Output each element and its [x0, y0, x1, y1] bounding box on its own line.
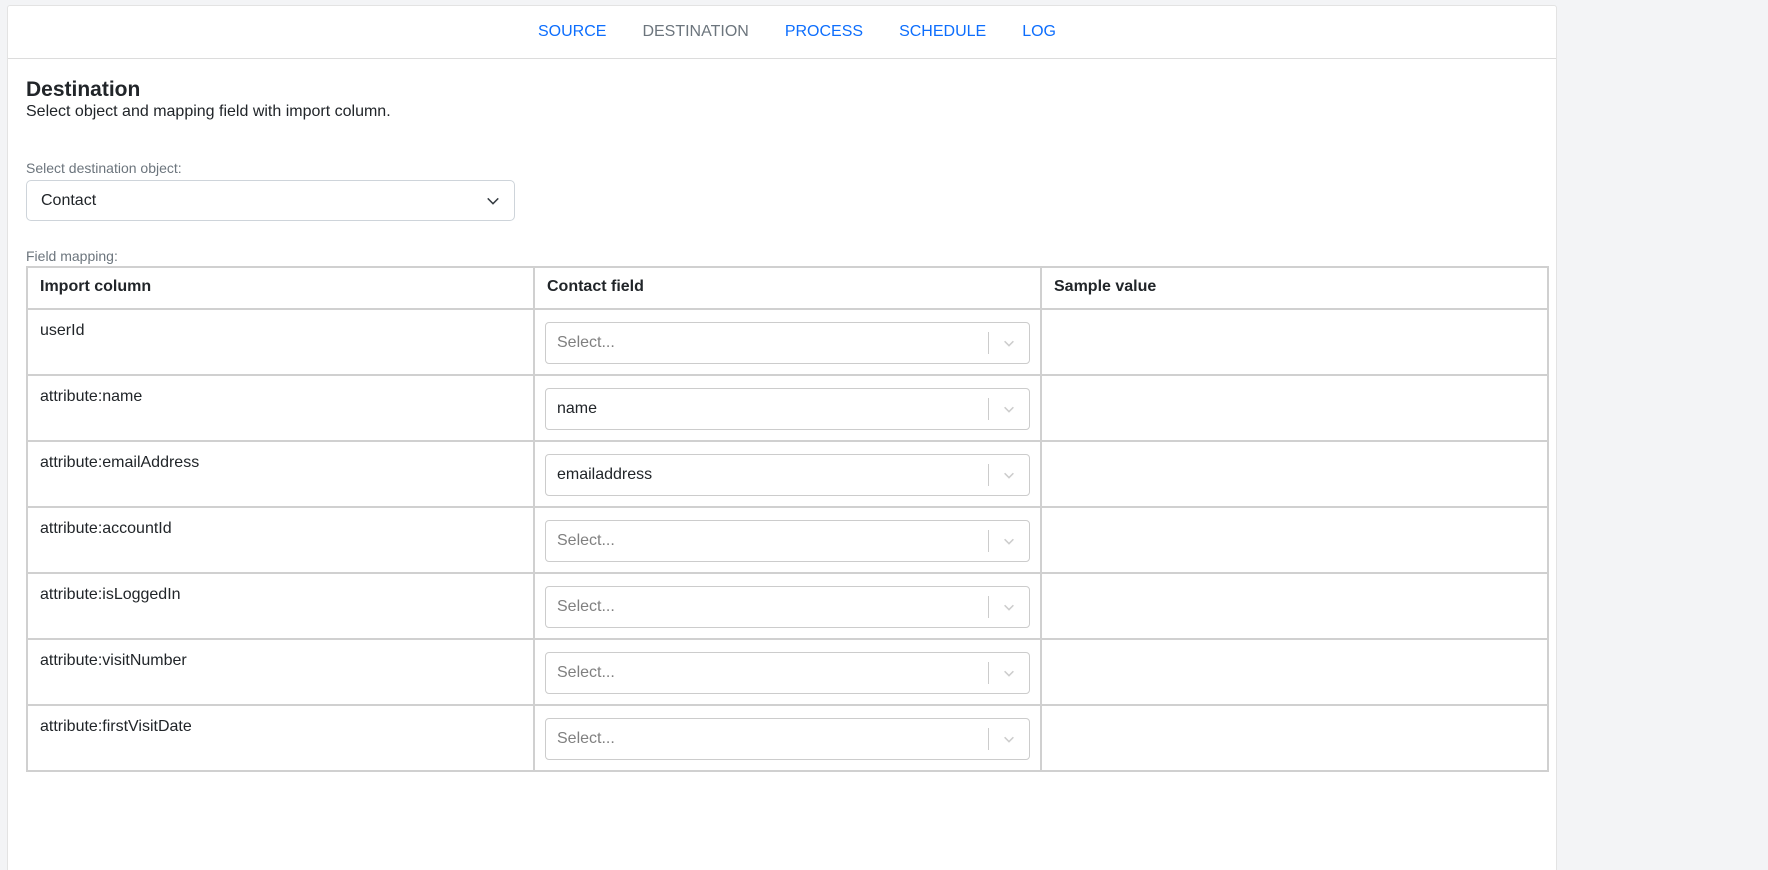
select-placeholder: Select...	[557, 664, 615, 681]
import-column-cell: attribute:name	[26, 374, 535, 442]
chevron-down-icon	[1004, 736, 1014, 743]
table-row: attribute:emailAddress emailaddress	[26, 440, 1549, 508]
contact-field-select[interactable]: Select...	[545, 586, 1030, 628]
dropdown-indicator[interactable]	[989, 534, 1029, 548]
table-row: userId Select...	[26, 308, 1549, 376]
table-row: attribute:firstVisitDate Select...	[26, 704, 1549, 772]
import-column-cell: attribute:accountId	[26, 506, 535, 574]
contact-field-select[interactable]: Select...	[545, 652, 1030, 694]
tab-source[interactable]: SOURCE	[538, 23, 606, 41]
sample-value-cell	[1040, 374, 1549, 442]
header-sample-value: Sample value	[1040, 266, 1549, 310]
contact-field-cell: Select...	[533, 506, 1042, 574]
tab-process[interactable]: PROCESS	[785, 23, 863, 41]
select-value: emailaddress	[557, 466, 653, 483]
contact-field-cell: name	[533, 374, 1042, 442]
select-placeholder: Select...	[557, 730, 615, 747]
page-subtitle: Select object and mapping field with imp…	[26, 103, 391, 120]
chevron-down-icon	[1004, 670, 1014, 677]
table-row: attribute:name name	[26, 374, 1549, 442]
dropdown-indicator[interactable]	[989, 732, 1029, 746]
import-column-cell: attribute:visitNumber	[26, 638, 535, 706]
select-placeholder: Select...	[557, 334, 615, 351]
destination-object-select[interactable]: Contact	[26, 180, 515, 221]
destination-object-value: Contact	[41, 191, 97, 209]
contact-field-select[interactable]: Select...	[545, 520, 1030, 562]
sample-value-cell	[1040, 572, 1549, 640]
sample-value-cell	[1040, 440, 1549, 508]
contact-field-select[interactable]: emailaddress	[545, 454, 1030, 496]
tab-log[interactable]: LOG	[1022, 23, 1056, 41]
chevron-down-icon	[1004, 538, 1014, 545]
chevron-down-icon	[487, 197, 499, 205]
chevron-down-icon	[1004, 604, 1014, 611]
select-value: name	[557, 400, 598, 417]
select-placeholder: Select...	[557, 598, 615, 615]
table-row: attribute:isLoggedIn Select...	[26, 572, 1549, 640]
sample-value-cell	[1040, 308, 1549, 376]
field-mapping-label: Field mapping:	[26, 248, 118, 264]
table-row: attribute:visitNumber Select...	[26, 638, 1549, 706]
dropdown-indicator[interactable]	[989, 666, 1029, 680]
sample-value-cell	[1040, 506, 1549, 574]
contact-field-cell: Select...	[533, 704, 1042, 772]
contact-field-cell: emailaddress	[533, 440, 1042, 508]
chevron-down-icon	[1004, 406, 1014, 413]
destination-object-label: Select destination object:	[26, 160, 182, 176]
import-wizard-card: SOURCE DESTINATION PROCESS SCHEDULE LOG …	[7, 5, 1557, 870]
chevron-down-icon	[1004, 340, 1014, 347]
import-column-cell: attribute:emailAddress	[26, 440, 535, 508]
table-row: attribute:accountId Select...	[26, 506, 1549, 574]
contact-field-cell: Select...	[533, 308, 1042, 376]
import-column-cell: attribute:firstVisitDate	[26, 704, 535, 772]
contact-field-select[interactable]: name	[545, 388, 1030, 430]
sample-value-cell	[1040, 638, 1549, 706]
contact-field-cell: Select...	[533, 572, 1042, 640]
sample-value-cell	[1040, 704, 1549, 772]
header-import-column: Import column	[26, 266, 535, 310]
import-column-cell: attribute:isLoggedIn	[26, 572, 535, 640]
header-contact-field: Contact field	[533, 266, 1042, 310]
tab-destination[interactable]: DESTINATION	[642, 23, 748, 41]
import-column-cell: userId	[26, 308, 535, 376]
page-title: Destination	[26, 78, 141, 101]
tab-schedule[interactable]: SCHEDULE	[899, 23, 986, 41]
chevron-down-icon	[1004, 472, 1014, 479]
contact-field-select[interactable]: Select...	[545, 322, 1030, 364]
dropdown-indicator[interactable]	[989, 336, 1029, 350]
dropdown-indicator[interactable]	[989, 402, 1029, 416]
dropdown-indicator[interactable]	[989, 600, 1029, 614]
dropdown-indicator[interactable]	[989, 468, 1029, 482]
contact-field-select[interactable]: Select...	[545, 718, 1030, 760]
field-mapping-table: Import column Contact field Sample value…	[26, 266, 1549, 772]
contact-field-cell: Select...	[533, 638, 1042, 706]
wizard-nav: SOURCE DESTINATION PROCESS SCHEDULE LOG	[8, 6, 1556, 59]
select-placeholder: Select...	[557, 532, 615, 549]
